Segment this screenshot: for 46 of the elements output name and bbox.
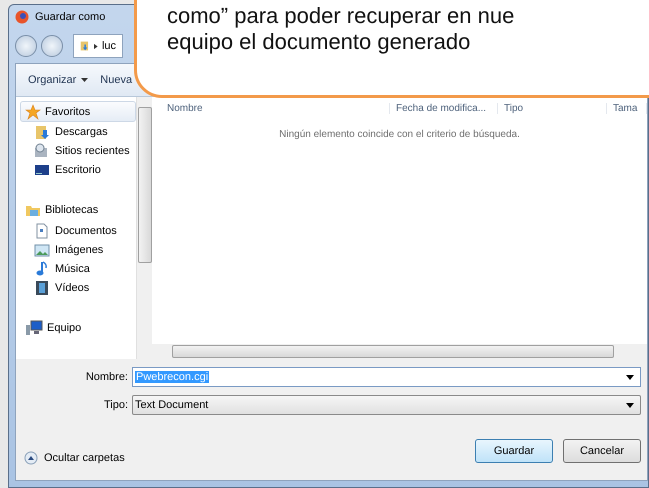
sidebar-item[interactable]: Música xyxy=(20,259,136,278)
address-bar[interactable]: luc xyxy=(73,34,123,58)
column-header[interactable]: Tama xyxy=(607,102,647,114)
dialog-button[interactable]: Guardar xyxy=(475,439,553,463)
back-button[interactable] xyxy=(15,35,37,57)
callout-text: equipo el documento generado xyxy=(167,29,472,55)
folder-download-icon xyxy=(34,124,50,140)
caret-icon xyxy=(81,78,88,82)
image-icon xyxy=(34,242,50,258)
breadcrumb-text: luc xyxy=(102,40,116,52)
forward-button[interactable] xyxy=(41,35,63,57)
dropdown-arrow-icon xyxy=(626,402,634,408)
hide-folders-button[interactable]: Ocultar carpetas xyxy=(24,451,125,465)
column-header[interactable]: Fecha de modifica... xyxy=(390,102,498,114)
toolbar-button[interactable]: Organizar xyxy=(28,74,88,86)
recent-places-icon xyxy=(34,142,50,159)
dialog-button[interactable]: Cancelar xyxy=(563,439,641,463)
sidebar-group[interactable]: Equipo xyxy=(20,318,136,339)
sidebar-item[interactable]: Imágenes xyxy=(20,240,136,260)
sidebar-item[interactable]: Descargas xyxy=(20,122,136,142)
sidebar-group[interactable]: Favoritos xyxy=(20,101,136,122)
star-icon xyxy=(25,104,41,120)
vertical-scrollbar[interactable] xyxy=(136,97,152,359)
sidebar-item[interactable]: Vídeos xyxy=(20,278,136,298)
sidebar-item[interactable]: Escritorio xyxy=(20,160,136,180)
file-type-dropdown[interactable]: Text Document xyxy=(132,395,641,415)
sidebar-item[interactable]: Documentos xyxy=(20,220,136,240)
callout-text: como” para poder recuperar en nue xyxy=(167,3,516,29)
folder-download-icon xyxy=(80,39,90,53)
sidebar-group[interactable]: Bibliotecas xyxy=(20,200,136,221)
computer-icon xyxy=(25,320,43,336)
toolbar-button[interactable]: Nueva xyxy=(100,74,132,86)
film-icon xyxy=(34,280,50,296)
empty-message: Ningún elemento coincide con el criterio de búsqueda. xyxy=(278,129,521,140)
horizontal-scrollbar[interactable] xyxy=(152,344,647,359)
document-icon xyxy=(34,222,50,239)
type-label: Tipo: xyxy=(102,399,129,411)
music-note-icon xyxy=(34,260,50,277)
column-header[interactable]: Tipo xyxy=(498,102,607,114)
sidebar-item[interactable]: Sitios recientes xyxy=(20,141,136,161)
window-title: Guardar como xyxy=(35,11,106,23)
chevron-icon xyxy=(94,42,98,50)
dropdown-arrow-icon xyxy=(626,374,634,380)
name-label: Nombre: xyxy=(84,371,129,383)
column-header[interactable]: Nombre xyxy=(152,102,390,114)
browser-logo-icon xyxy=(15,10,29,24)
